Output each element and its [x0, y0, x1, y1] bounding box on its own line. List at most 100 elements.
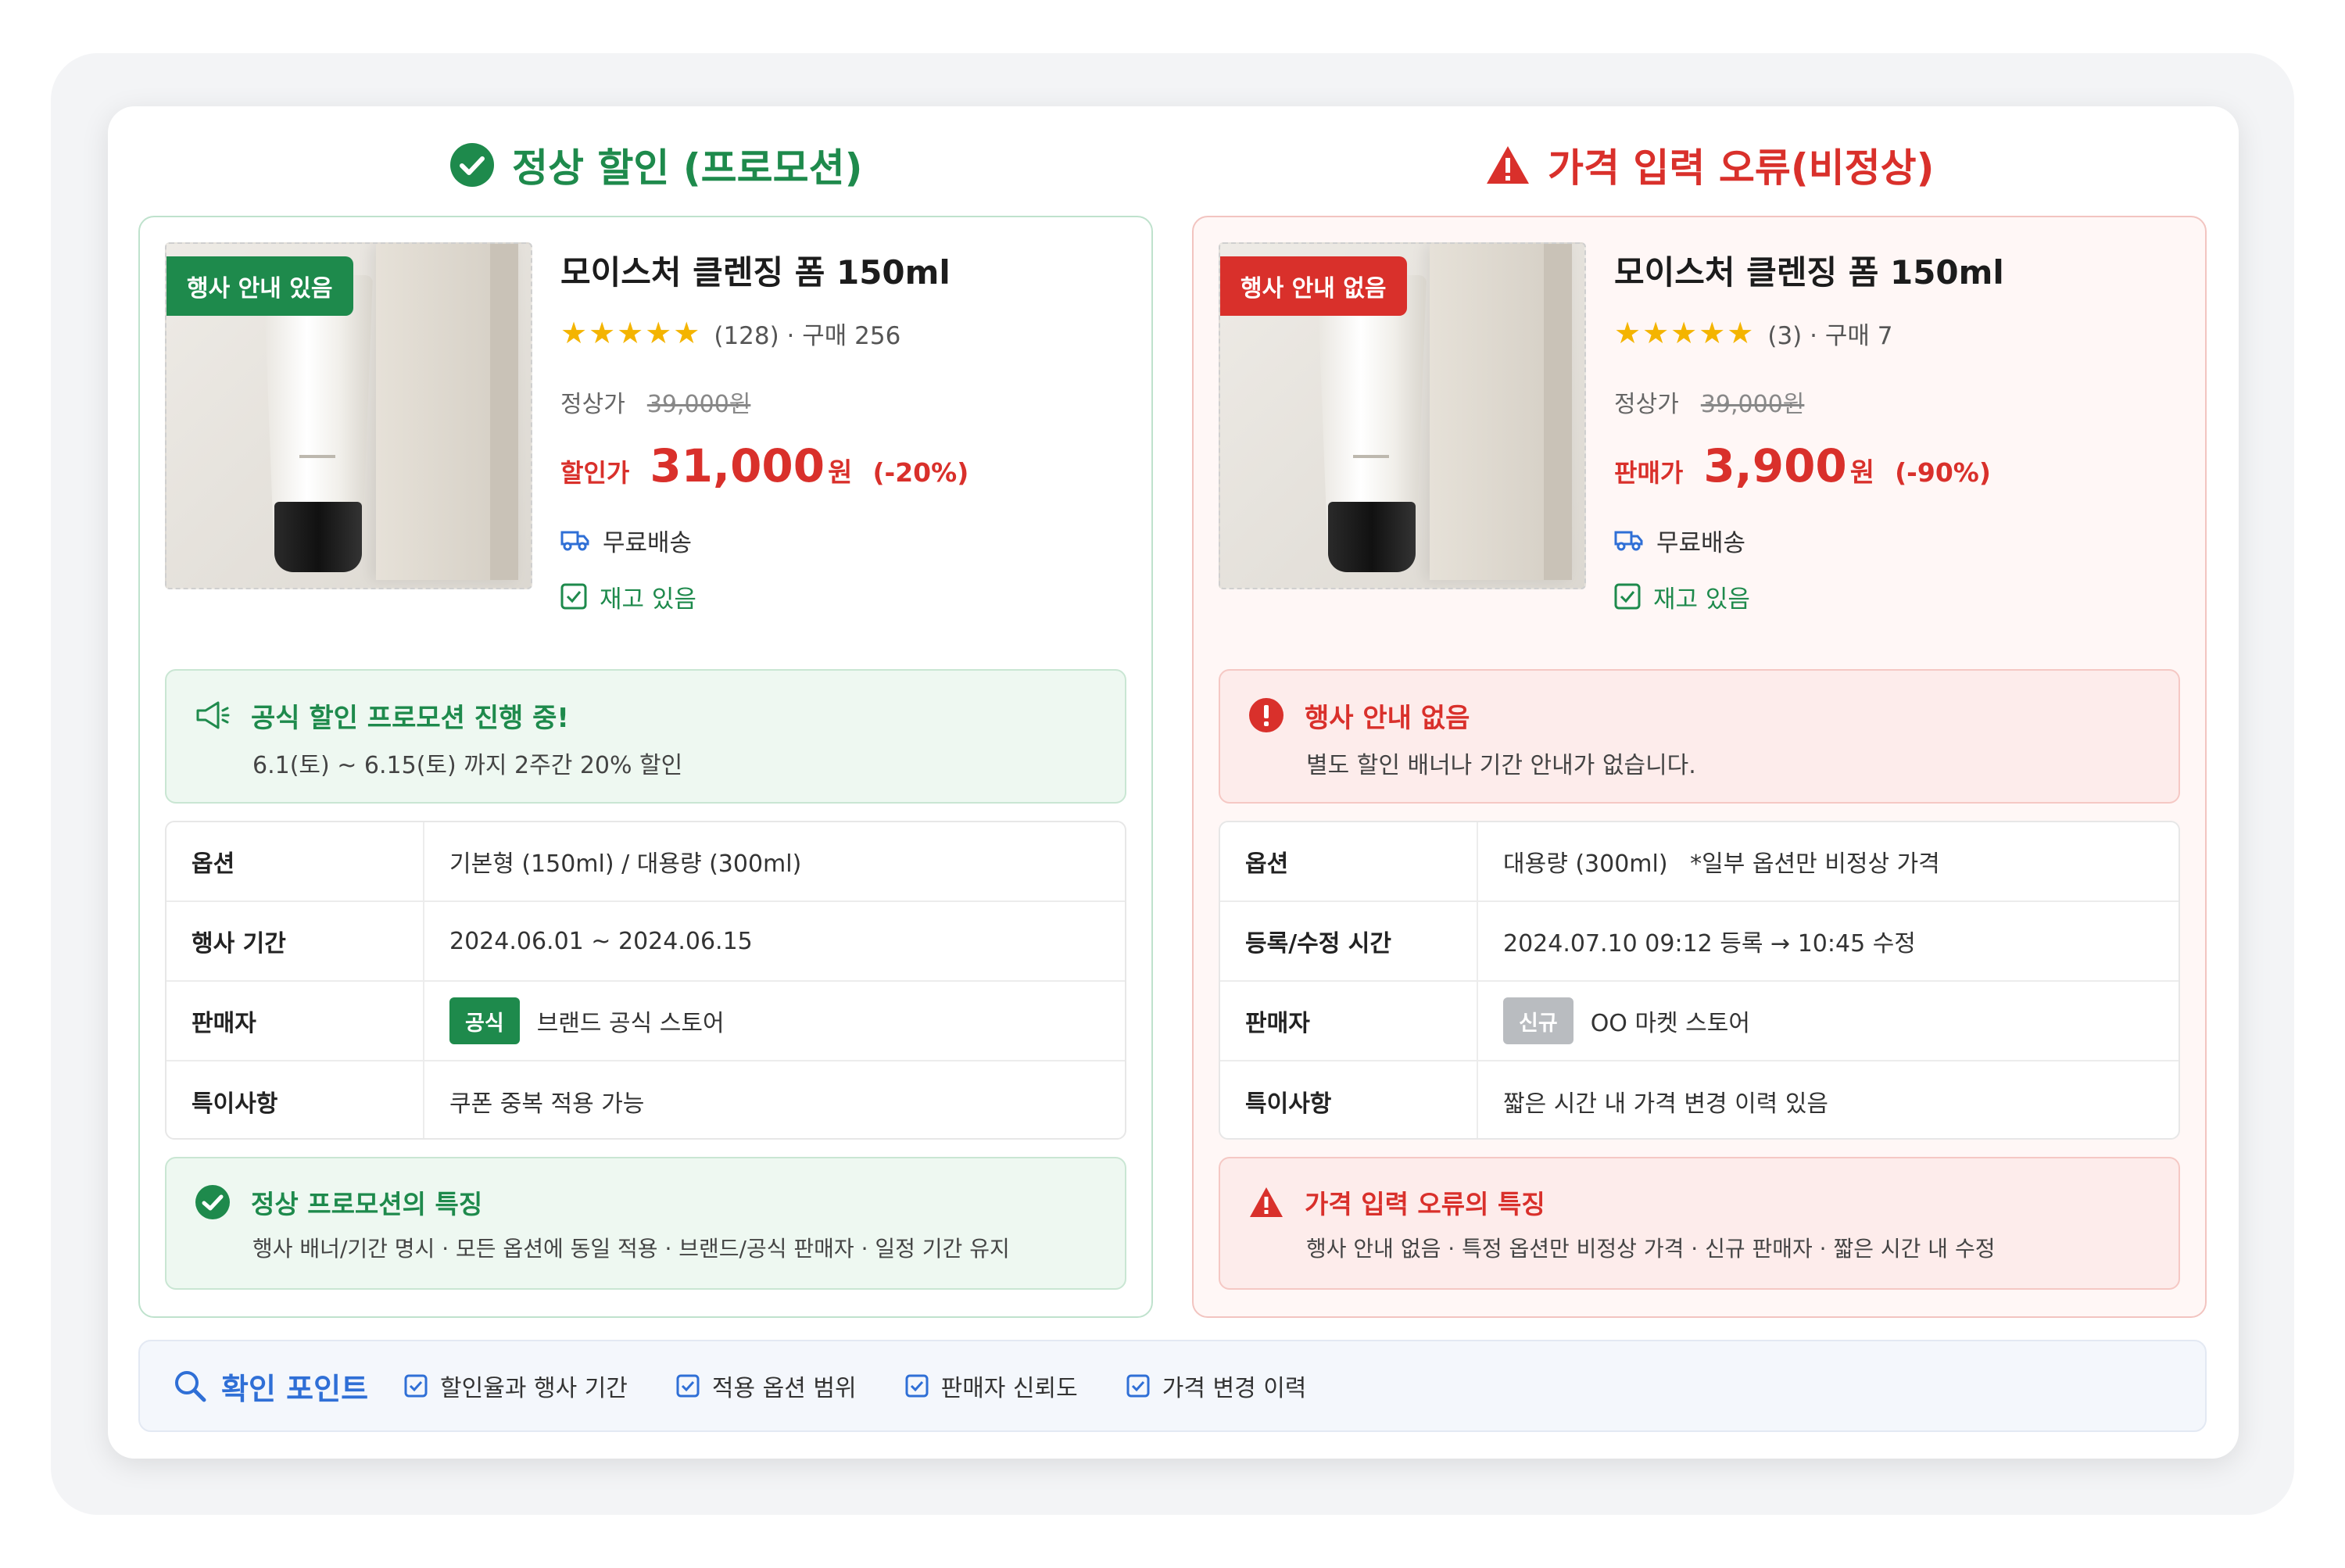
table-row: 옵션 기본형 (150ml) / 대용량 (300ml): [166, 822, 1125, 902]
table-row: 특이사항 쿠폰 중복 적용 가능: [166, 1061, 1125, 1138]
row-key: 등록/수정 시간: [1220, 902, 1478, 980]
error-summary: 가격 입력 오류의 특징 행사 안내 없음 · 특정 옵션만 비정상 가격 · …: [1219, 1157, 2180, 1290]
row-key: 특이사항: [166, 1061, 424, 1138]
checkbox-icon: [1126, 1374, 1150, 1398]
checkpoint-item: 적용 옵션 범위: [676, 1369, 857, 1403]
stock-text: 재고 있음: [600, 585, 696, 614]
warning-triangle-icon: [1487, 146, 1529, 184]
summary-body: 행사 배너/기간 명시 · 모든 옵션에 동일 적용 · 브랜드/공식 판매자 …: [252, 1236, 1010, 1262]
row-value: 브랜드 공식 스토어: [536, 1010, 725, 1037]
check-circle-icon: [195, 1185, 230, 1219]
normal-heading-text: 정상 할인 (프로모션): [512, 145, 863, 191]
table-row: 등록/수정 시간 2024.07.10 09:12 등록 → 10:45 수정: [1220, 902, 2179, 982]
sale-price-row: 판매가 3,900 원 (-90%): [1614, 439, 2193, 496]
error-heading: 가격 입력 오류(비정상): [1485, 131, 1935, 199]
checkbox-icon: [404, 1374, 428, 1398]
sale-price: 3,900: [1703, 439, 1847, 492]
row-value: 2024.06.01 ~ 2024.06.15: [449, 927, 753, 955]
shipping-row: 무료배송: [560, 521, 1139, 560]
promo-badge: 행사 안내 있음: [166, 256, 353, 316]
product-name[interactable]: 모이스처 클렌징 폼 150ml: [560, 249, 1139, 297]
regular-price-label: 정상가: [560, 391, 625, 418]
table-row: 판매자 신규 OO 마켓 스토어: [1220, 982, 2179, 1061]
notice-title: 행사 안내 없음: [1305, 702, 1470, 734]
table-row: 판매자 공식 브랜드 공식 스토어: [166, 982, 1125, 1061]
truck-icon: [1614, 531, 1643, 551]
rating-meta: (3) · 구매 7: [1767, 321, 1893, 350]
checkpoint-item: 할인율과 행사 기간: [404, 1369, 628, 1403]
product-image[interactable]: 행사 안내 없음: [1219, 242, 1586, 589]
row-key: 판매자: [166, 982, 424, 1060]
table-row: 행사 기간 2024.06.01 ~ 2024.06.15: [166, 902, 1125, 982]
notice-title: 공식 할인 프로모션 진행 중!: [251, 702, 569, 734]
normal-panel: 행사 안내 있음 모이스처 클렌징 폼 150ml ★★★★★ (128) · …: [138, 216, 1153, 1318]
notice-body: 별도 할인 배너나 기간 안내가 없습니다.: [1306, 752, 1696, 779]
no-promo-badge: 행사 안내 없음: [1220, 256, 1407, 316]
rating-meta: (128) · 구매 256: [714, 321, 901, 350]
new-seller-tag: 신규: [1503, 997, 1573, 1044]
product-image[interactable]: 행사 안내 있음: [165, 242, 532, 589]
regular-price-label: 정상가: [1614, 391, 1679, 418]
checkpoints-title: 확인 포인트: [173, 1365, 368, 1408]
sale-price-label: 판매가: [1614, 458, 1684, 488]
product-tube-cap: [274, 502, 362, 572]
discount-rate: (-20%): [872, 457, 969, 488]
summary-title: 정상 프로모션의 특징: [251, 1189, 483, 1219]
search-icon: [175, 1371, 206, 1402]
normal-summary: 정상 프로모션의 특징 행사 배너/기간 명시 · 모든 옵션에 동일 적용 ·…: [165, 1157, 1126, 1290]
row-key: 판매자: [1220, 982, 1478, 1060]
sale-price: 31,000: [650, 439, 825, 492]
row-key: 옵션: [166, 822, 424, 900]
row-value: 기본형 (150ml) / 대용량 (300ml): [449, 850, 802, 878]
rating-row: ★★★★★ (3) · 구매 7: [1614, 316, 2193, 350]
checkbox-icon: [560, 583, 587, 610]
checkbox-icon: [905, 1374, 929, 1398]
sale-price-row: 할인가 31,000 원 (-20%): [560, 439, 1139, 496]
promo-notice: 공식 할인 프로모션 진행 중! 6.1(토) ~ 6.15(토) 까지 2주간…: [165, 669, 1126, 804]
row-key: 옵션: [1220, 822, 1478, 900]
rating-stars: ★★★★★: [560, 316, 702, 350]
sale-price-unit: 원: [828, 457, 853, 489]
error-heading-text: 가격 입력 오류(비정상): [1548, 145, 1935, 191]
checkpoint-item: 판매자 신뢰도: [905, 1369, 1078, 1403]
table-row: 옵션 대용량 (300ml) *일부 옵션만 비정상 가격: [1220, 822, 2179, 902]
shipping-row: 무료배송: [1614, 521, 2193, 560]
no-promo-notice: 행사 안내 없음 별도 할인 배너나 기간 안내가 없습니다.: [1219, 669, 2180, 804]
checkbox-icon: [1614, 583, 1641, 610]
row-value: 2024.07.10 09:12 등록 → 10:45 수정: [1503, 930, 1916, 958]
row-value: OO 마켓 스토어: [1590, 1010, 1750, 1037]
summary-body: 행사 안내 없음 · 특정 옵션만 비정상 가격 · 신규 판매자 · 짧은 시…: [1306, 1236, 1996, 1262]
row-value: 쿠폰 중복 적용 가능: [449, 1090, 645, 1118]
official-seller-tag: 공식: [449, 997, 520, 1044]
check-circle-icon: [450, 143, 494, 187]
product-box: [376, 244, 518, 580]
row-key: 행사 기간: [166, 902, 424, 980]
product-box: [1430, 244, 1572, 580]
stock-row: 재고 있음: [560, 577, 1139, 616]
normal-heading: 정상 할인 (프로모션): [449, 131, 863, 199]
regular-price: 39,000원: [646, 391, 751, 418]
error-panel: 행사 안내 없음 모이스처 클렌징 폼 150ml ★★★★★ (3) · 구매…: [1192, 216, 2207, 1318]
checkpoint-item: 가격 변경 이력: [1126, 1369, 1306, 1403]
product-name[interactable]: 모이스처 클렌징 폼 150ml: [1614, 249, 2193, 297]
row-key: 특이사항: [1220, 1061, 1478, 1138]
sale-price-unit: 원: [1849, 457, 1875, 489]
table-row: 특이사항 짧은 시간 내 가격 변경 이력 있음: [1220, 1061, 2179, 1138]
row-value: 짧은 시간 내 가격 변경 이력 있음: [1503, 1090, 1829, 1118]
warning-triangle-icon: [1250, 1187, 1283, 1217]
stock-text: 재고 있음: [1653, 585, 1750, 614]
checkbox-icon: [676, 1374, 700, 1398]
regular-price-row: 정상가 39,000원: [1614, 385, 2193, 419]
product-info: 모이스처 클렌징 폼 150ml ★★★★★ (3) · 구매 7 정상가 39…: [1614, 249, 2193, 616]
shipping-text: 무료배송: [1656, 528, 1746, 557]
shipping-text: 무료배송: [603, 528, 693, 557]
summary-title: 가격 입력 오류의 특징: [1305, 1189, 1545, 1219]
megaphone-icon: [196, 701, 230, 729]
regular-price: 39,000원: [1700, 391, 1805, 418]
checkpoints-bar: 확인 포인트 할인율과 행사 기간 적용 옵션 범위 판매자 신뢰도 가격 변경…: [138, 1340, 2207, 1432]
regular-price-row: 정상가 39,000원: [560, 385, 1139, 419]
notice-body: 6.1(토) ~ 6.15(토) 까지 2주간 20% 할인: [252, 752, 683, 779]
row-value: 대용량 (300ml) *일부 옵션만 비정상 가격: [1503, 850, 1940, 878]
truck-icon: [560, 531, 589, 551]
product-info: 모이스처 클렌징 폼 150ml ★★★★★ (128) · 구매 256 정상…: [560, 249, 1139, 616]
